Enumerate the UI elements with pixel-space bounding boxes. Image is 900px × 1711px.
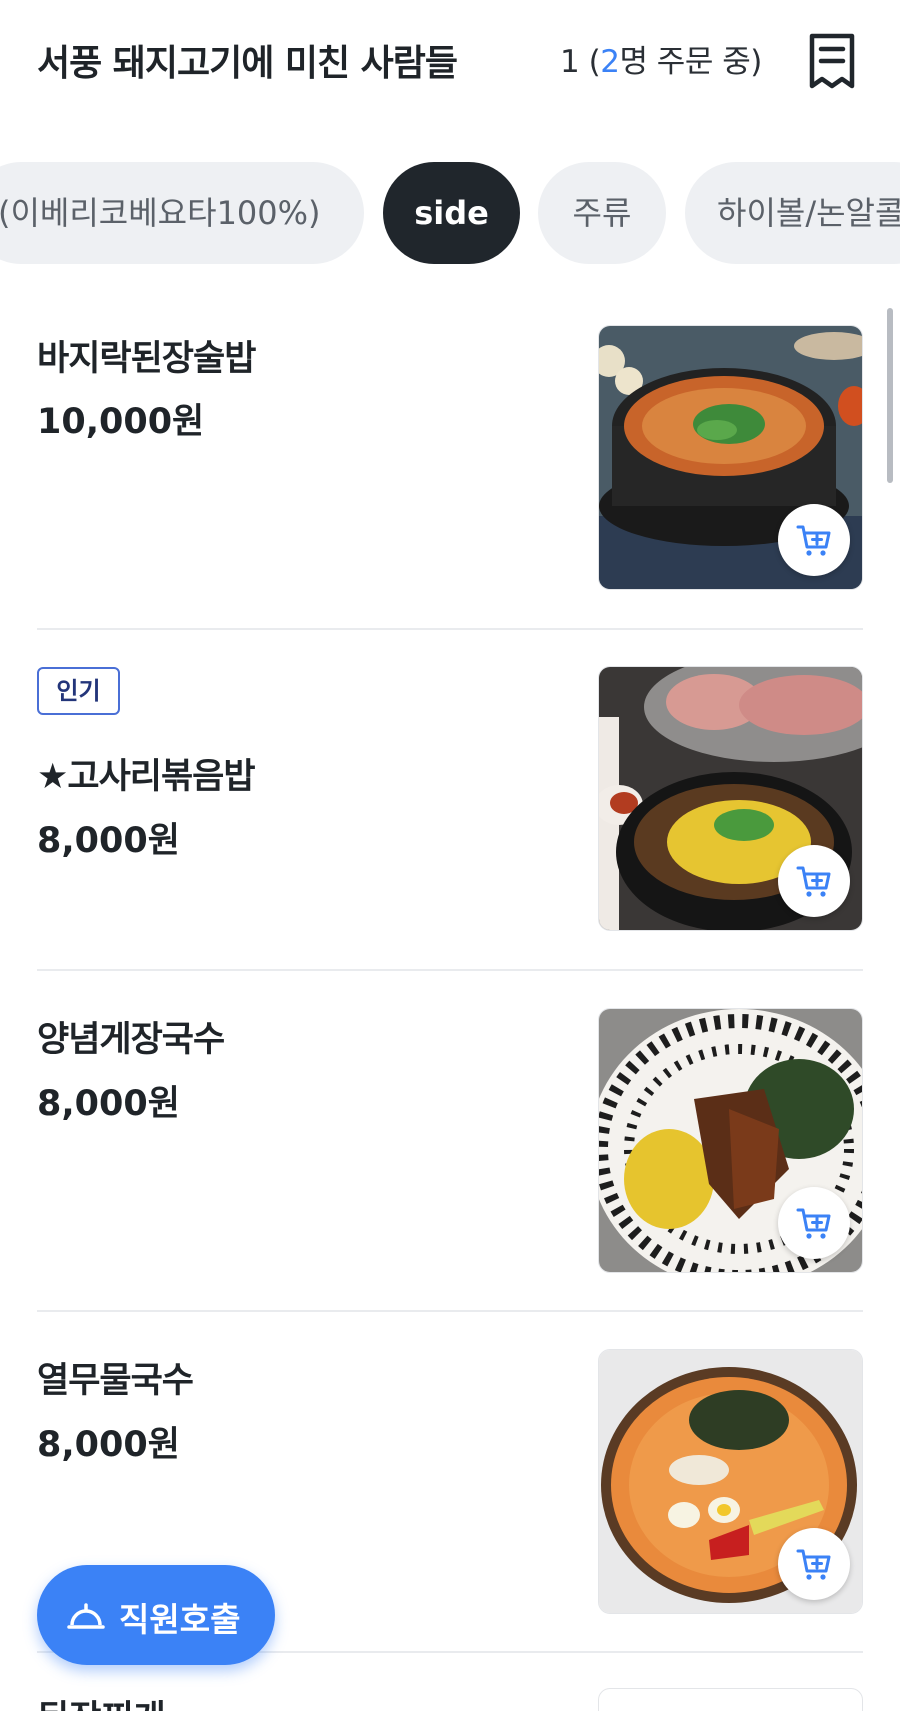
menu-item-price: 10,000원 xyxy=(37,402,205,442)
order-status[interactable]: 1 (2명 주문 중) xyxy=(560,36,762,81)
tab-main-meat[interactable]: (이베리코베요타100%) xyxy=(0,162,364,264)
cart-icon xyxy=(796,866,831,897)
tab-side[interactable]: side xyxy=(383,162,520,264)
menu-item-name: 된장찌개 xyxy=(37,1690,166,1711)
tab-alcohol[interactable]: 주류 xyxy=(538,162,666,264)
receipt-icon xyxy=(809,33,855,89)
menu-item-photo[interactable] xyxy=(598,1688,863,1711)
cart-icon xyxy=(796,1549,831,1580)
header: 서풍 돼지고기에 미친 사람들 1 (2명 주문 중) xyxy=(0,0,900,130)
popular-badge: 인기 xyxy=(37,667,120,715)
add-to-cart-button[interactable] xyxy=(778,504,850,576)
menu-item-name: 양념게장국수 xyxy=(37,1020,225,1060)
menu-item-name: 바지락된장술밥 xyxy=(37,339,256,379)
receipt-button[interactable] xyxy=(808,32,856,90)
order-count: 2 xyxy=(600,44,620,80)
scrollbar[interactable] xyxy=(887,308,893,483)
add-to-cart-button[interactable] xyxy=(778,845,850,917)
category-tabs: (이베리코베요타100%) side 주류 하이볼/논알콜 xyxy=(0,162,900,264)
divider xyxy=(37,1310,863,1312)
bell-icon xyxy=(67,1603,105,1629)
cart-icon xyxy=(796,525,831,556)
call-staff-button[interactable]: 직원호출 xyxy=(37,1565,275,1665)
add-to-cart-button[interactable] xyxy=(778,1528,850,1600)
order-suffix: 명 주문 중) xyxy=(619,44,762,80)
store-name: 서풍 돼지고기에 미친 사람들 xyxy=(37,43,458,84)
menu-item-price: 8,000원 xyxy=(37,821,180,861)
menu-item-name: ★고사리볶음밥 xyxy=(37,757,256,797)
cart-icon xyxy=(796,1208,831,1239)
menu-item-price: 8,000원 xyxy=(37,1084,180,1124)
menu-item-name: 열무물국수 xyxy=(37,1361,194,1401)
call-staff-label: 직원호출 xyxy=(119,1600,241,1639)
add-to-cart-button[interactable] xyxy=(778,1187,850,1259)
divider xyxy=(37,969,863,971)
divider xyxy=(37,628,863,630)
order-open: ( xyxy=(588,44,601,80)
menu-item-price: 8,000원 xyxy=(37,1425,180,1465)
tab-highball[interactable]: 하이볼/논알콜 xyxy=(685,162,900,264)
table-number: 1 xyxy=(560,44,580,80)
